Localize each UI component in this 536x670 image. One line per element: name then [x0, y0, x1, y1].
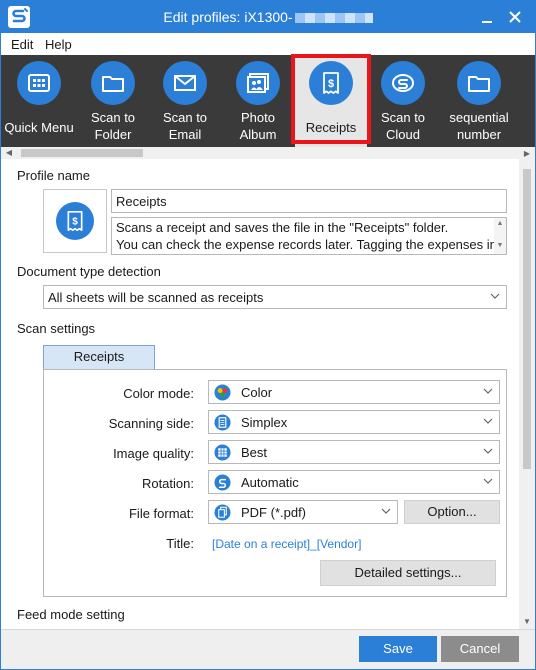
- rotation-value: Automatic: [241, 475, 299, 490]
- cancel-button[interactable]: Cancel: [441, 636, 519, 662]
- chevron-down-icon: [490, 293, 500, 299]
- redacted-serial: [294, 13, 373, 24]
- toolbar-label: Scan to Email: [162, 110, 208, 142]
- selected-profile-highlight: [291, 54, 371, 144]
- profile-toolbar: Quick Menu Scan to Folder Scan to Email …: [1, 55, 535, 147]
- envelope-icon: [163, 61, 207, 105]
- pdf-pages-icon: [214, 504, 231, 521]
- window-title: Edit profiles: iX1300-: [1, 9, 535, 25]
- file-format-label: File format:: [128, 506, 194, 521]
- profile-settings-content: Profile name $ Scans a receipt and saves…: [1, 159, 519, 629]
- profile-description-textarea[interactable]: Scans a receipt and saves the file in th…: [111, 217, 507, 255]
- folder-icon: [91, 61, 135, 105]
- chevron-down-icon: [381, 508, 391, 514]
- title-bar[interactable]: Edit profiles: iX1300-: [1, 1, 535, 33]
- color-palette-icon: [214, 384, 231, 401]
- scroll-left-icon[interactable]: ◀: [3, 147, 15, 159]
- chevron-down-icon: [483, 418, 493, 424]
- svg-text:$: $: [72, 216, 78, 227]
- minimize-icon[interactable]: [477, 7, 497, 27]
- scrollbar-thumb[interactable]: [523, 169, 531, 469]
- toolbar-item-scan-to-cloud[interactable]: Scan to Cloud: [367, 55, 439, 147]
- scanning-side-value: Simplex: [241, 415, 288, 430]
- document-type-value: All sheets will be scanned as receipts: [48, 290, 264, 305]
- image-quality-label: Image quality:: [113, 446, 194, 461]
- toolbar-item-sequential-number[interactable]: sequential number: [439, 55, 519, 147]
- profile-name-input[interactable]: [111, 189, 507, 213]
- toolbar-label: Quick Menu: [4, 120, 74, 135]
- image-quality-value: Best: [241, 445, 268, 460]
- toolbar-item-quick-menu[interactable]: Quick Menu: [1, 55, 77, 147]
- description-scrollbar[interactable]: ▲ ▼: [494, 218, 506, 254]
- file-format-dropdown[interactable]: PDF (*.pdf): [208, 500, 398, 524]
- color-mode-value: Color: [241, 385, 273, 400]
- rotation-icon: [214, 474, 231, 491]
- description-line: You can check the expense records later.…: [116, 237, 497, 252]
- grid-icon: [17, 61, 61, 105]
- toolbar-item-scan-to-folder[interactable]: Scan to Folder: [77, 55, 149, 147]
- chevron-down-icon: [483, 478, 493, 484]
- scroll-down-icon[interactable]: ▼: [494, 242, 506, 249]
- toolbar-item-scan-to-email[interactable]: Scan to Email: [149, 55, 221, 147]
- color-mode-dropdown[interactable]: Color: [208, 380, 500, 404]
- close-icon[interactable]: [505, 7, 525, 27]
- toolbar-horizontal-scrollbar[interactable]: ◀: [1, 147, 535, 159]
- scroll-up-icon[interactable]: ▲: [494, 220, 506, 227]
- receipt-icon: $: [67, 211, 83, 231]
- profile-name-label: Profile name: [17, 168, 90, 183]
- scan-settings-label: Scan settings: [17, 321, 96, 336]
- toolbar-label: Photo Album: [239, 110, 277, 142]
- rotation-label: Rotation:: [141, 476, 194, 491]
- simplex-page-icon: [214, 414, 231, 431]
- dialog-footer: Save Cancel: [1, 629, 535, 669]
- color-mode-label: Color mode:: [123, 386, 194, 401]
- file-format-value: PDF (*.pdf): [241, 505, 307, 520]
- rotation-dropdown[interactable]: Automatic: [208, 470, 500, 494]
- chevron-down-icon: [483, 388, 493, 394]
- title-format-link[interactable]: [Date on a receipt]_[Vendor]: [212, 537, 361, 551]
- edit-profiles-window: Edit profiles: iX1300- Edit Help Quick M…: [0, 0, 536, 670]
- chevron-down-icon: [483, 448, 493, 454]
- toolbar-label: Scan to Folder: [90, 110, 136, 142]
- menu-help[interactable]: Help: [45, 37, 72, 52]
- window-title-text: Edit profiles: iX1300-: [163, 9, 293, 25]
- menu-bar: Edit Help: [1, 33, 535, 55]
- quality-grid-icon: [214, 444, 231, 461]
- scanning-side-label: Scanning side:: [108, 416, 194, 431]
- scan-settings-panel: Color mode: Color Scanning side: Simplex: [43, 369, 507, 597]
- save-button[interactable]: Save: [359, 636, 437, 662]
- photo-icon: [236, 61, 280, 105]
- scroll-down-icon[interactable]: ▼: [519, 615, 535, 629]
- image-quality-dropdown[interactable]: Best: [208, 440, 500, 464]
- tab-receipts[interactable]: Receipts: [43, 345, 155, 369]
- document-type-detection-label: Document type detection: [17, 264, 161, 279]
- menu-edit[interactable]: Edit: [11, 37, 33, 52]
- folder-icon: [457, 61, 501, 105]
- scrollbar-thumb[interactable]: [21, 149, 143, 157]
- scanning-side-dropdown[interactable]: Simplex: [208, 410, 500, 434]
- profile-icon-button[interactable]: $: [43, 189, 107, 253]
- toolbar-label: sequential number: [449, 110, 509, 142]
- feed-mode-setting-label: Feed mode setting: [17, 607, 125, 622]
- document-type-dropdown[interactable]: All sheets will be scanned as receipts: [43, 285, 507, 309]
- description-line: Scans a receipt and saves the file in th…: [116, 220, 449, 235]
- scroll-right-icon[interactable]: ▶: [519, 147, 535, 161]
- file-format-option-button[interactable]: Option...: [404, 500, 500, 524]
- cloud-icon: [381, 61, 425, 105]
- toolbar-label: Scan to Cloud: [380, 110, 426, 142]
- title-label: Title:: [166, 536, 194, 551]
- content-vertical-scrollbar[interactable]: ▶ ▼: [519, 147, 535, 629]
- toolbar-item-photo-album[interactable]: Photo Album: [221, 55, 295, 147]
- detailed-settings-button[interactable]: Detailed settings...: [320, 560, 496, 586]
